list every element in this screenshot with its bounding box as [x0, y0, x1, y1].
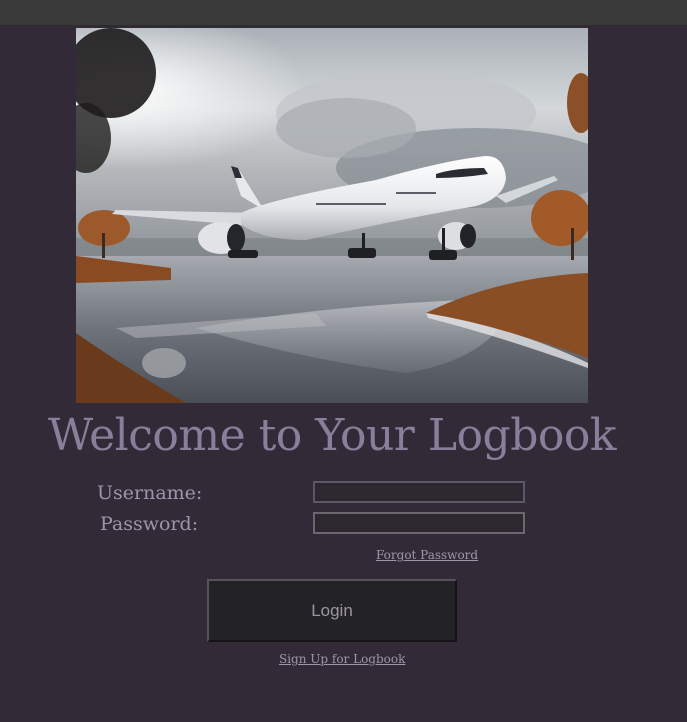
- airplane-hero-image: [76, 28, 588, 403]
- login-button[interactable]: Login: [207, 579, 457, 642]
- forgot-password-link[interactable]: Forgot Password: [376, 548, 478, 562]
- sign-up-link[interactable]: Sign Up for Logbook: [279, 652, 405, 666]
- password-input[interactable]: [313, 512, 525, 534]
- page-title: Welcome to Your Logbook: [47, 410, 617, 461]
- password-label: Password:: [100, 513, 199, 535]
- username-input[interactable]: [313, 481, 525, 503]
- browser-top-bar: [0, 0, 687, 26]
- username-label: Username:: [97, 482, 203, 504]
